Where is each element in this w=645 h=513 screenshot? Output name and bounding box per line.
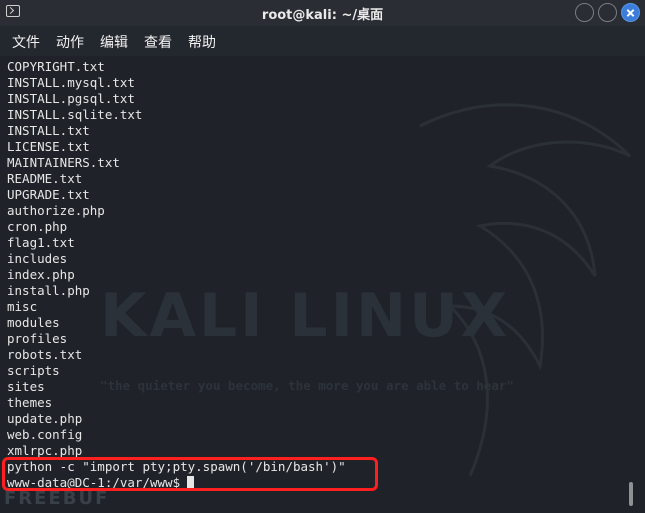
output-line: scripts bbox=[7, 363, 60, 378]
output-line: modules bbox=[7, 315, 60, 330]
terminal-output[interactable]: KALI LINUX "the quieter you become, the … bbox=[0, 56, 645, 513]
terminal-window: root@kali: ~/桌面 文件 动作 编辑 查看 帮助 KALI LINU… bbox=[0, 0, 645, 513]
menu-file[interactable]: 文件 bbox=[12, 32, 40, 52]
menu-view[interactable]: 查看 bbox=[144, 32, 172, 52]
output-line: index.php bbox=[7, 267, 75, 282]
close-button[interactable] bbox=[621, 3, 640, 22]
menu-bar: 文件 动作 编辑 查看 帮助 bbox=[0, 26, 645, 56]
output-line: update.php bbox=[7, 411, 83, 426]
minimize-button[interactable] bbox=[575, 3, 594, 22]
output-line: flag1.txt bbox=[7, 235, 75, 250]
output-line: MAINTAINERS.txt bbox=[7, 155, 120, 170]
output-line: LICENSE.txt bbox=[7, 139, 90, 154]
kali-dragon-icon bbox=[419, 103, 632, 477]
output-line: includes bbox=[7, 251, 68, 266]
output-line: README.txt bbox=[7, 171, 83, 186]
output-line: cron.php bbox=[7, 219, 68, 234]
output-line: UPGRADE.txt bbox=[7, 187, 90, 202]
output-line: INSTALL.txt bbox=[7, 123, 90, 138]
menu-help[interactable]: 帮助 bbox=[188, 32, 216, 52]
maximize-button[interactable] bbox=[598, 3, 617, 22]
menu-action[interactable]: 动作 bbox=[56, 32, 84, 52]
output-line: robots.txt bbox=[7, 347, 83, 362]
output-line: install.php bbox=[7, 283, 90, 298]
window-title: root@kali: ~/桌面 bbox=[261, 8, 384, 23]
menu-edit[interactable]: 编辑 bbox=[100, 32, 128, 52]
output-line: profiles bbox=[7, 331, 68, 346]
output-line: INSTALL.pgsql.txt bbox=[7, 91, 135, 106]
output-line: themes bbox=[7, 395, 53, 410]
output-line: sites bbox=[7, 379, 45, 394]
title-bar[interactable]: root@kali: ~/桌面 bbox=[0, 0, 645, 26]
terminal-lines: COPYRIGHT.txt INSTALL.mysql.txt INSTALL.… bbox=[7, 59, 346, 491]
highlight-box bbox=[2, 457, 378, 491]
scrollbar-thumb[interactable] bbox=[629, 482, 633, 506]
output-line: COPYRIGHT.txt bbox=[7, 59, 105, 74]
output-line: authorize.php bbox=[7, 203, 105, 218]
output-line: INSTALL.mysql.txt bbox=[7, 75, 135, 90]
output-line: web.config bbox=[7, 427, 83, 442]
output-line: misc bbox=[7, 299, 38, 314]
output-line: INSTALL.sqlite.txt bbox=[7, 107, 143, 122]
freebuf-watermark: FREEBUF bbox=[4, 488, 110, 509]
